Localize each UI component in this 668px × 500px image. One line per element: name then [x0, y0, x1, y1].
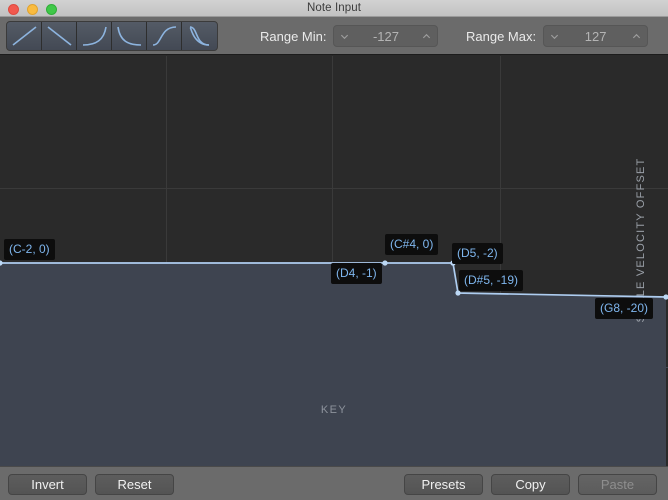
range-max-stepper[interactable]: 127	[543, 25, 649, 47]
curve-shape-linear-up-button[interactable]	[7, 22, 42, 50]
curve-shape-linear-down-button[interactable]	[42, 22, 77, 50]
curve-node-label: (C-2, 0)	[4, 239, 55, 260]
curve-shape-s-curve-down-button[interactable]	[182, 22, 217, 50]
range-min-control: Range Min: -127	[260, 17, 439, 55]
curve-node-label: (D5, -2)	[452, 243, 503, 264]
curve-shape-convex-down-button[interactable]	[77, 22, 112, 50]
curve-shape-concave-down-button[interactable]	[112, 22, 147, 50]
chevron-up-icon[interactable]	[422, 32, 431, 41]
curve-node-label: (C#4, 0)	[385, 234, 439, 255]
presets-button[interactable]: Presets	[404, 474, 483, 495]
chevron-down-icon[interactable]	[340, 32, 349, 41]
paste-button[interactable]: Paste	[578, 474, 657, 495]
reset-button[interactable]: Reset	[95, 474, 174, 495]
range-min-value: -127	[372, 28, 399, 44]
curve-shape-group	[6, 21, 218, 51]
minimize-button[interactable]	[27, 4, 38, 15]
bottom-toolbar: Invert Reset Presets Copy Paste	[0, 466, 668, 500]
curve-node-label: (D4, -1)	[331, 263, 382, 284]
chevron-down-icon[interactable]	[550, 32, 559, 41]
x-axis-label: KEY	[320, 404, 348, 416]
title-bar: Note Input	[0, 0, 668, 17]
note-input-window: Note Input Range Min: -127 Range Max: 12…	[0, 0, 668, 500]
velocity-curve-editor[interactable]: KEY SCALE VELOCITY OFFSET (C-2, 0) (D4, -…	[0, 56, 668, 466]
range-max-control: Range Max: 127	[466, 17, 649, 55]
range-min-label: Range Min:	[260, 28, 327, 44]
curve-shape-s-curve-up-button[interactable]	[147, 22, 182, 50]
curve-node-label: (D#5, -19)	[459, 270, 524, 291]
toolbar: Range Min: -127 Range Max: 127	[0, 17, 668, 55]
window-title: Note Input	[306, 1, 362, 14]
range-max-value: 127	[584, 28, 607, 44]
invert-button[interactable]: Invert	[8, 474, 87, 495]
copy-button[interactable]: Copy	[491, 474, 570, 495]
curve-node-label: (G8, -20)	[595, 298, 654, 319]
curve-fill-area	[0, 263, 666, 466]
curve-node[interactable]	[455, 290, 461, 296]
curve-node[interactable]	[382, 260, 388, 266]
range-max-label: Range Max:	[466, 28, 537, 44]
chevron-up-icon[interactable]	[632, 32, 641, 41]
close-button[interactable]	[8, 4, 19, 15]
range-min-stepper[interactable]: -127	[333, 25, 439, 47]
maximize-button[interactable]	[46, 4, 57, 15]
window-controls	[8, 4, 57, 15]
